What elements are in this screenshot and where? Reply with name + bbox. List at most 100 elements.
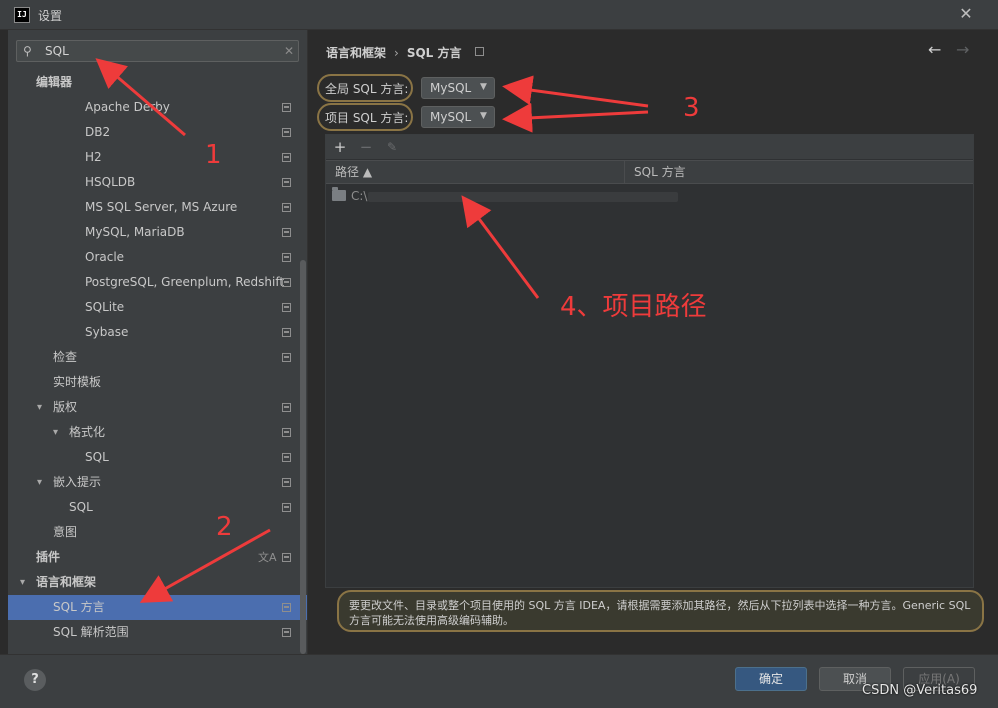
search-box[interactable]: ⚲ ✕ bbox=[16, 40, 299, 62]
search-icon: ⚲ bbox=[23, 44, 32, 58]
search-input[interactable] bbox=[45, 43, 275, 59]
chevron-down-icon[interactable]: ▾ bbox=[20, 570, 25, 595]
ok-button[interactable]: 确定 bbox=[735, 667, 807, 691]
table-header: 路径 ▲ SQL 方言 bbox=[326, 160, 973, 184]
edit-icon[interactable]: ✎ bbox=[383, 137, 401, 157]
tree-item[interactable]: MS SQL Server, MS Azure bbox=[8, 195, 307, 220]
tree-item[interactable]: ▾ 嵌入提示 bbox=[8, 470, 307, 495]
dropdown-arrow-icon: ▼ bbox=[480, 82, 487, 92]
project-dialect-value: MySQL bbox=[430, 110, 472, 124]
column-path-header[interactable]: 路径 ▲ bbox=[335, 161, 372, 183]
forward-arrow-icon[interactable]: → bbox=[956, 40, 969, 59]
project-scope-icon bbox=[282, 353, 291, 362]
global-dialect-label: 全局 SQL 方言: bbox=[325, 82, 409, 96]
project-scope-icon bbox=[282, 103, 291, 112]
project-scope-icon bbox=[282, 228, 291, 237]
annotation-2: 2 bbox=[216, 512, 233, 542]
tree-item[interactable]: SQL 解析范围 bbox=[8, 620, 307, 645]
tree-item-label: SQL 解析范围 bbox=[53, 625, 129, 639]
path-dialect-table: + − ✎ 路径 ▲ SQL 方言 C:\ bbox=[325, 134, 974, 588]
tree-item[interactable]: Apache Derby bbox=[8, 95, 307, 120]
intellij-logo-icon: IJ bbox=[14, 7, 30, 23]
settings-sidebar: ⚲ ✕ 编辑器 Apache Derby DB2 H2 HSQLDB MS SQL Ser… bbox=[8, 30, 308, 654]
title-bar: IJ 设置 ✕ bbox=[0, 0, 998, 30]
tree-item-label: 格式化 bbox=[69, 425, 106, 439]
project-scope-icon bbox=[282, 178, 291, 187]
project-dialect-select[interactable]: MySQL ▼ bbox=[421, 106, 495, 128]
project-scope-icon bbox=[282, 478, 291, 487]
remove-icon[interactable]: − bbox=[357, 137, 375, 157]
project-scope-icon bbox=[282, 278, 291, 287]
global-dialect-select[interactable]: MySQL ▼ bbox=[421, 77, 495, 99]
tree-item[interactable]: SQL 方言 bbox=[8, 595, 307, 620]
project-scope-icon bbox=[282, 128, 291, 137]
sidebar-scrollbar[interactable] bbox=[300, 260, 306, 654]
tree-item-label: MS SQL Server, MS Azure bbox=[85, 200, 238, 214]
tree-item-label: 嵌入提示 bbox=[53, 475, 102, 489]
annotation-4: 4、项目路径 bbox=[560, 292, 707, 322]
tree-item-label: Oracle bbox=[85, 250, 125, 264]
help-button[interactable]: ? bbox=[24, 669, 46, 691]
tree-item[interactable]: PostgreSQL, Greenplum, Redshift bbox=[8, 270, 307, 295]
tree-item[interactable]: DB2 bbox=[8, 120, 307, 145]
tree-item[interactable]: MySQL, MariaDB bbox=[8, 220, 307, 245]
chevron-down-icon[interactable]: ▾ bbox=[37, 395, 42, 420]
project-scope-icon bbox=[282, 153, 291, 162]
info-text: 要更改文件、目录或整个项目使用的 SQL 方言 IDEA，请根据需要添加其路径，… bbox=[337, 590, 984, 632]
tree-item[interactable]: 意图 bbox=[8, 520, 307, 545]
tree-item-label: MySQL, MariaDB bbox=[85, 225, 185, 239]
breadcrumb-parent[interactable]: 语言和框架 bbox=[326, 46, 386, 60]
chevron-down-icon[interactable]: ▾ bbox=[53, 420, 58, 445]
redacted-path bbox=[368, 192, 678, 202]
project-scope-icon bbox=[475, 47, 484, 56]
project-scope-icon bbox=[282, 253, 291, 262]
tree-item[interactable]: HSQLDB bbox=[8, 170, 307, 195]
table-row[interactable]: C:\ bbox=[326, 185, 973, 209]
close-icon[interactable]: ✕ bbox=[956, 3, 976, 25]
breadcrumb: 语言和框架 › SQL 方言 bbox=[326, 44, 462, 61]
tree-item-label: 检查 bbox=[53, 350, 78, 364]
project-scope-icon bbox=[282, 603, 291, 612]
breadcrumb-current: SQL 方言 bbox=[406, 46, 462, 60]
add-icon[interactable]: + bbox=[331, 137, 349, 157]
back-arrow-icon[interactable]: ← bbox=[928, 40, 941, 59]
tree-item[interactable]: Sybase bbox=[8, 320, 307, 345]
tree-item-label: Apache Derby bbox=[85, 100, 170, 114]
project-scope-icon bbox=[282, 428, 291, 437]
chevron-down-icon[interactable]: ▾ bbox=[37, 470, 42, 495]
watermark: CSDN @Veritas69 bbox=[862, 683, 978, 698]
tree-item[interactable]: SQL bbox=[8, 445, 307, 470]
tree-item-label: DB2 bbox=[85, 125, 111, 139]
project-scope-icon bbox=[282, 453, 291, 462]
translate-icon: 文A bbox=[258, 551, 277, 564]
project-scope-icon bbox=[282, 503, 291, 512]
column-dialect-header[interactable]: SQL 方言 bbox=[634, 161, 686, 183]
tree-item[interactable]: H2 bbox=[8, 145, 307, 170]
clear-icon[interactable]: ✕ bbox=[281, 43, 297, 59]
tree-item-label: SQL 方言 bbox=[53, 600, 105, 614]
tree-item[interactable]: SQLite bbox=[8, 295, 307, 320]
project-scope-icon bbox=[282, 628, 291, 637]
tree-item[interactable]: 编辑器 bbox=[8, 70, 307, 95]
arrow-3b bbox=[502, 102, 649, 133]
dialog-footer: ? 确定 取消 应用(A) bbox=[0, 654, 998, 708]
tree-item-label: SQL bbox=[85, 450, 109, 464]
tree-item[interactable]: 实时模板 bbox=[8, 370, 307, 395]
table-toolbar: + − ✎ bbox=[326, 135, 973, 159]
global-dialect-value: MySQL bbox=[430, 81, 472, 95]
tree-item[interactable]: ▾ 语言和框架 bbox=[8, 570, 307, 595]
tree-item[interactable]: ▾ 版权 bbox=[8, 395, 307, 420]
tree-item-label: 编辑器 bbox=[36, 75, 73, 89]
tree-item[interactable]: Oracle bbox=[8, 245, 307, 270]
tree-item[interactable]: SQL bbox=[8, 495, 307, 520]
tree-item[interactable]: ▾ 格式化 bbox=[8, 420, 307, 445]
tree-item[interactable]: 插件 文A bbox=[8, 545, 307, 570]
project-scope-icon bbox=[282, 553, 291, 562]
arrow-3a bbox=[502, 75, 649, 108]
project-scope-icon bbox=[282, 203, 291, 212]
tree-item-label: 语言和框架 bbox=[36, 575, 97, 589]
column-divider bbox=[624, 161, 625, 183]
folder-icon bbox=[332, 187, 346, 201]
tree-item[interactable]: 检查 bbox=[8, 345, 307, 370]
project-scope-icon bbox=[282, 403, 291, 412]
